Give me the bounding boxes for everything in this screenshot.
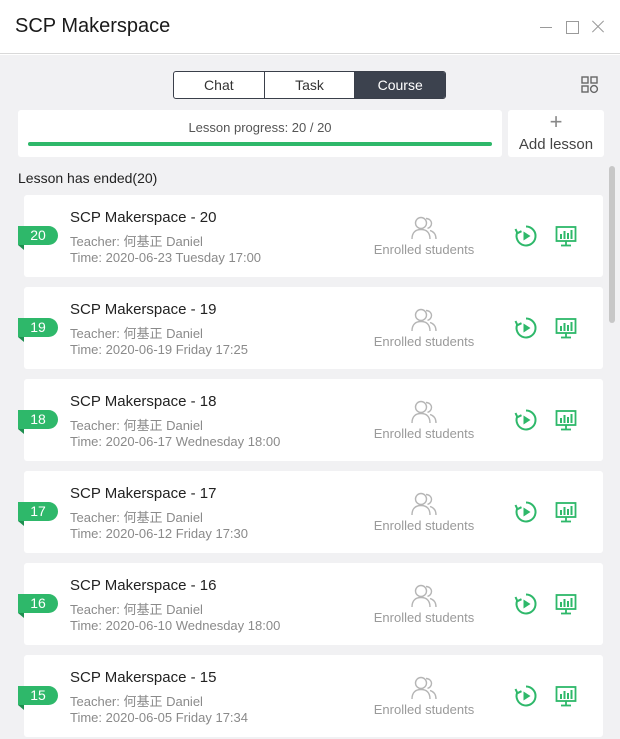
- close-icon[interactable]: [588, 17, 608, 37]
- enrolled-students-label: Enrolled students: [373, 242, 475, 257]
- grid-view-icon[interactable]: [580, 75, 600, 95]
- users-icon: [411, 400, 437, 424]
- lesson-time: Time: 2020-06-19 Friday 17:25: [70, 342, 249, 357]
- progress-bar-fill: [28, 142, 492, 146]
- enrolled-students-button[interactable]: Enrolled students: [364, 215, 484, 265]
- lesson-card[interactable]: 18 SCP Makerspace - 18 Teacher: 何基正 Dani…: [18, 379, 603, 461]
- replay-icon[interactable]: [514, 224, 538, 248]
- lesson-number-badge: 19: [18, 318, 58, 342]
- enrolled-students-button[interactable]: Enrolled students: [364, 399, 484, 449]
- replay-icon[interactable]: [514, 408, 538, 432]
- lesson-card[interactable]: 20 SCP Makerspace - 20 Teacher: 何基正 Dani…: [18, 195, 603, 277]
- maximize-icon[interactable]: [562, 17, 582, 37]
- enrolled-students-button[interactable]: Enrolled students: [364, 307, 484, 357]
- lesson-card[interactable]: 19 SCP Makerspace - 19 Teacher: 何基正 Dani…: [18, 287, 603, 369]
- replay-icon[interactable]: [514, 684, 538, 708]
- statistics-icon[interactable]: [554, 316, 578, 340]
- lesson-teacher: Teacher: 何基正 Daniel: [70, 418, 203, 433]
- enrolled-students-label: Enrolled students: [373, 610, 475, 625]
- replay-icon[interactable]: [514, 316, 538, 340]
- title-bar: SCP Makerspace: [0, 0, 620, 54]
- enrolled-students-label: Enrolled students: [373, 702, 475, 717]
- statistics-icon[interactable]: [554, 500, 578, 524]
- lesson-time: Time: 2020-06-05 Friday 17:34: [70, 710, 249, 725]
- lesson-title: SCP Makerspace - 16: [70, 577, 217, 594]
- lesson-card[interactable]: 16 SCP Makerspace - 16 Teacher: 何基正 Dani…: [18, 563, 603, 645]
- lesson-teacher: Teacher: 何基正 Daniel: [70, 694, 203, 709]
- lesson-card[interactable]: 15 SCP Makerspace - 15 Teacher: 何基正 Dani…: [18, 655, 603, 737]
- tab-course[interactable]: Course: [355, 72, 445, 98]
- statistics-icon[interactable]: [554, 408, 578, 432]
- lesson-time: Time: 2020-06-10 Wednesday 18:00: [70, 618, 281, 633]
- lesson-title: SCP Makerspace - 18: [70, 393, 217, 410]
- enrolled-students-label: Enrolled students: [373, 518, 475, 533]
- lesson-teacher: Teacher: 何基正 Daniel: [70, 510, 203, 525]
- add-lesson-label: Add lesson: [518, 136, 594, 153]
- window-title: SCP Makerspace: [15, 15, 171, 37]
- statistics-icon[interactable]: [554, 224, 578, 248]
- lesson-number-badge: 20: [18, 226, 58, 250]
- view-tabs: Chat Task Course: [173, 71, 446, 99]
- users-icon: [411, 584, 437, 608]
- lesson-time: Time: 2020-06-12 Friday 17:30: [70, 526, 249, 541]
- main-content: Chat Task Course Lesson progress: 20 / 2…: [0, 55, 620, 739]
- lesson-teacher: Teacher: 何基正 Daniel: [70, 602, 203, 617]
- lesson-number-badge: 18: [18, 410, 58, 434]
- users-icon: [411, 676, 437, 700]
- lesson-card[interactable]: 17 SCP Makerspace - 17 Teacher: 何基正 Dani…: [18, 471, 603, 553]
- statistics-icon[interactable]: [554, 684, 578, 708]
- lesson-teacher: Teacher: 何基正 Daniel: [70, 326, 203, 341]
- enrolled-students-button[interactable]: Enrolled students: [364, 583, 484, 633]
- users-icon: [411, 216, 437, 240]
- lesson-title: SCP Makerspace - 20: [70, 209, 217, 226]
- progress-bar: [28, 142, 492, 146]
- lesson-time: Time: 2020-06-17 Wednesday 18:00: [70, 434, 281, 449]
- replay-icon[interactable]: [514, 500, 538, 524]
- users-icon: [411, 308, 437, 332]
- tab-task[interactable]: Task: [265, 72, 356, 98]
- statistics-icon[interactable]: [554, 592, 578, 616]
- section-title: Lesson has ended(20): [18, 170, 158, 186]
- enrolled-students-label: Enrolled students: [373, 426, 475, 441]
- enrolled-students-label: Enrolled students: [373, 334, 475, 349]
- add-lesson-button[interactable]: + Add lesson: [508, 110, 604, 157]
- lesson-title: SCP Makerspace - 17: [70, 485, 217, 502]
- enrolled-students-button[interactable]: Enrolled students: [364, 491, 484, 541]
- lesson-title: SCP Makerspace - 15: [70, 669, 217, 686]
- lesson-progress-card: Lesson progress: 20 / 20: [18, 110, 502, 157]
- users-icon: [411, 492, 437, 516]
- lesson-title: SCP Makerspace - 19: [70, 301, 217, 318]
- plus-icon: +: [549, 109, 563, 134]
- lesson-teacher: Teacher: 何基正 Daniel: [70, 234, 203, 249]
- lesson-number-badge: 15: [18, 686, 58, 710]
- lesson-time: Time: 2020-06-23 Tuesday 17:00: [70, 250, 262, 265]
- lesson-number-badge: 17: [18, 502, 58, 526]
- lesson-number-badge: 16: [18, 594, 58, 618]
- enrolled-students-button[interactable]: Enrolled students: [364, 675, 484, 725]
- tab-chat[interactable]: Chat: [174, 72, 265, 98]
- minimize-icon[interactable]: [536, 17, 556, 37]
- progress-label: Lesson progress: 20 / 20: [188, 120, 332, 135]
- scrollbar[interactable]: [609, 166, 615, 323]
- replay-icon[interactable]: [514, 592, 538, 616]
